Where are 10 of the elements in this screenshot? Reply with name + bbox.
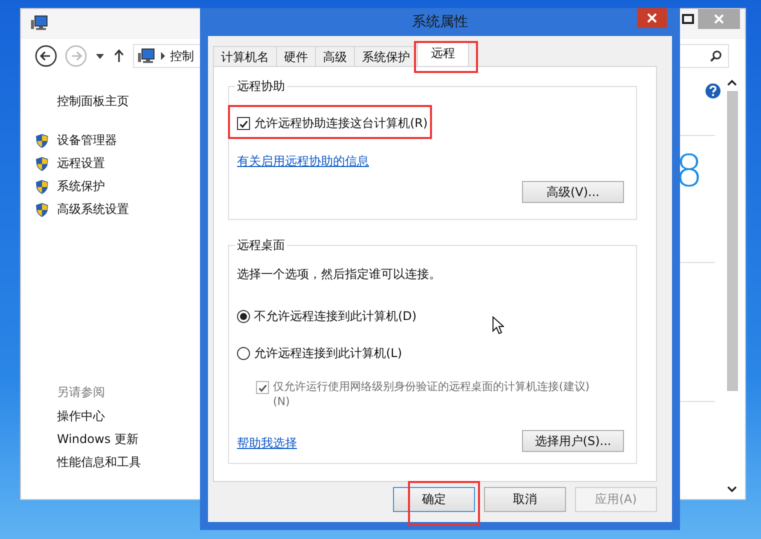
address-text: 控制 xyxy=(170,48,194,64)
checkbox-label: 允许远程协助连接这台计算机(R) xyxy=(254,115,428,132)
radio-label: 不允许远程连接到此计算机(D) xyxy=(254,308,417,325)
instruction-text: 选择一个选项，然后指定谁可以连接。 xyxy=(237,266,442,283)
radio-label: 允许远程连接到此计算机(L) xyxy=(254,345,402,362)
window-title: 系统属性 xyxy=(412,13,468,31)
group-heading: 远程桌面 xyxy=(235,237,287,254)
section-heading: 另请参阅 xyxy=(56,384,106,401)
checkbox-label: 仅允许运行使用网络级别身份验证的远程桌面的计算机连接(建议) (N) xyxy=(273,379,590,409)
logo-text: 8 xyxy=(675,150,703,194)
